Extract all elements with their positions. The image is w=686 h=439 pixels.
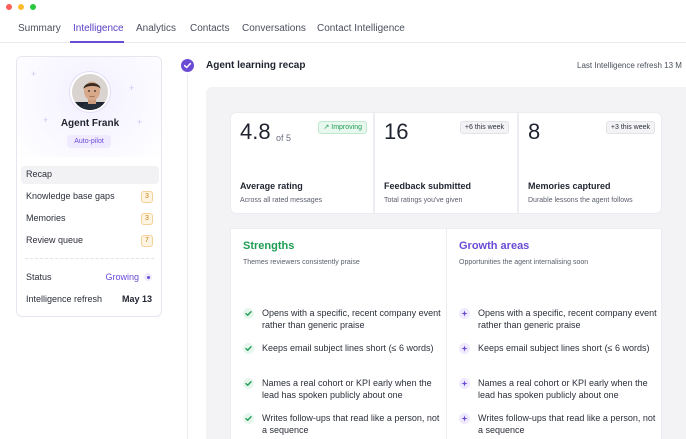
sidebar-item-label: Recap [26, 169, 53, 179]
stat-card-feedback: 16 +6 this week Feedback submitted Total… [374, 112, 518, 214]
stat-label: Average rating [240, 181, 303, 191]
sidebar-item-label: Review queue [26, 235, 84, 245]
stat-subtext: Across all rated messages [240, 197, 323, 204]
check-icon [243, 308, 254, 319]
count-badge: 7 [141, 235, 153, 247]
timeline-line [187, 74, 188, 439]
sidebar-item-label: Knowledge base gaps [26, 191, 115, 201]
sparkle-icon [459, 413, 470, 424]
strength-text: Keeps email subject lines short (≤ 6 wor… [262, 343, 434, 353]
stat-card-memories: 8 +3 this week Memories captured Durable… [518, 112, 662, 214]
stat-card-average-rating: 4.8 of 5 ↗ Improving Average rating Acro… [230, 112, 374, 214]
count-badge: 3 [141, 191, 153, 203]
tab-conversations[interactable]: Conversations [242, 23, 306, 34]
growth-text: Opens with a specific, recent company ev… [478, 308, 657, 330]
strengths-subtitle: Themes reviewers consistently praise [243, 259, 360, 266]
tab-summary[interactable]: Summary [18, 23, 61, 34]
growth-text: Writes follow-ups that read like a perso… [478, 413, 656, 435]
stat-subtext: Total ratings you've given [384, 197, 463, 204]
check-icon [243, 413, 254, 424]
tab-intelligence[interactable]: Intelligence [73, 23, 124, 34]
tab-contacts[interactable]: Contacts [190, 23, 229, 34]
growth-text: Names a real cohort or KPI early when th… [478, 378, 648, 400]
stat-label: Memories captured [528, 181, 611, 191]
agent-avatar [70, 72, 110, 112]
sidebar-item-knowledge-base-gaps[interactable]: Knowledge base gaps 3 [21, 188, 159, 206]
close-window-dot[interactable] [6, 4, 12, 10]
sidebar-item-recap[interactable]: Recap [21, 166, 159, 184]
tab-contact-intelligence[interactable]: Contact Intelligence [317, 23, 405, 34]
agent-name: Agent Frank [60, 118, 120, 129]
stat-subtext: Durable lessons the agent follows [528, 197, 633, 204]
check-circle-icon [181, 59, 194, 72]
trend-up-icon: ↗ [323, 124, 330, 131]
sparkle-icon: + [129, 83, 135, 93]
growth-text: Keeps email subject lines short (≤ 6 wor… [478, 343, 650, 353]
strength-text: Opens with a specific, recent company ev… [262, 308, 441, 330]
sidebar-item-label: Memories [26, 213, 66, 223]
stat-label: Feedback submitted [384, 181, 472, 191]
tab-analytics[interactable]: Analytics [136, 23, 176, 34]
refresh-label: Intelligence refresh [26, 294, 103, 304]
maximize-window-dot[interactable] [30, 4, 36, 10]
column-divider [446, 229, 447, 439]
growth-subtitle: Opportunities the agent internalising so… [459, 259, 589, 266]
autopilot-badge: Auto-pilot [67, 135, 111, 148]
strength-text: Names a real cohort or KPI early when th… [262, 378, 432, 400]
sparkle-icon [459, 378, 470, 389]
agent-profile-header: + + + + Agent Frank Auto-pilot [17, 57, 161, 157]
weekly-delta-badge: +3 this week [605, 121, 655, 134]
active-tab-indicator [70, 41, 124, 43]
section-title: Agent learning recap [206, 60, 306, 71]
weekly-delta-badge: +6 this week [459, 121, 509, 134]
check-icon [243, 378, 254, 389]
sparkle-icon [459, 308, 470, 319]
window-controls [6, 4, 36, 10]
divider [25, 258, 154, 259]
minimize-window-dot[interactable] [18, 4, 24, 10]
stat-value: 8 [528, 119, 541, 144]
sparkle-icon: + [31, 69, 37, 79]
count-badge: 3 [141, 213, 153, 225]
strengths-title: Strengths [243, 240, 295, 252]
agent-sidebar: + + + + Agent Frank Auto-pilot Recap Kno… [16, 56, 162, 317]
status-dot-icon [144, 273, 152, 281]
check-icon [243, 343, 254, 354]
sidebar-item-memories[interactable]: Memories 3 [21, 210, 159, 228]
growth-title: Growth areas [459, 240, 530, 252]
top-navigation: Summary Intelligence Analytics Contacts … [0, 18, 686, 43]
stat-value: 16 [384, 119, 409, 144]
status-label: Status [26, 272, 52, 282]
refresh-value: May 13 [121, 294, 152, 304]
improving-badge: ↗ Improving [318, 121, 367, 134]
sidebar-item-review-queue[interactable]: Review queue 7 [21, 232, 159, 250]
sparkle-icon [459, 343, 470, 354]
stat-value: 4.8 [240, 119, 271, 144]
themes-card: Strengths Themes reviewers consistently … [230, 228, 662, 439]
last-refresh-text: Last Intelligence refresh 13 M [577, 61, 682, 70]
badge-label: Improving [331, 124, 362, 131]
status-value: Growing [105, 272, 139, 282]
strength-text: Writes follow-ups that read like a perso… [262, 413, 440, 435]
stat-suffix: of 5 [276, 133, 292, 143]
